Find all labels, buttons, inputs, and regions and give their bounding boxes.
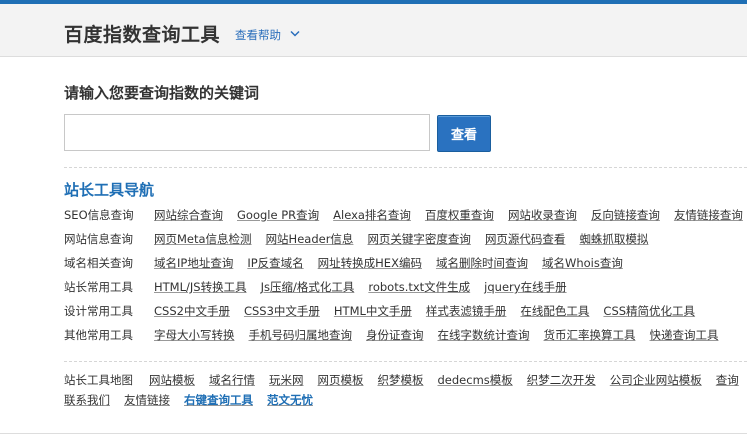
chevron-down-icon[interactable] xyxy=(290,30,300,38)
nav-link[interactable]: CSS3中文手册 xyxy=(244,303,320,319)
nav-row-label: 网站信息查询 xyxy=(64,232,133,246)
nav-row-other: 其他常用工具 字母大小写转换 手机号码归属地查询 身份证查询 在线字数统计查询 … xyxy=(64,326,733,344)
nav-row-label: SEO信息查询 xyxy=(64,208,134,222)
nav-row-site-info: 网站信息查询 网页Meta信息检测 网站Header信息 网页关键字密度查询 网… xyxy=(64,230,662,248)
nav-link[interactable]: 网站综合查询 xyxy=(154,207,223,223)
nav-link[interactable]: 域名删除时间查询 xyxy=(436,255,528,271)
footer-map-label: 站长工具地图 xyxy=(64,373,133,387)
nav-link[interactable]: 手机号码归属地查询 xyxy=(249,327,353,343)
footer-link[interactable]: 查询 xyxy=(716,372,739,388)
nav-row-label: 设计常用工具 xyxy=(64,304,133,318)
nav-link[interactable]: 快递查询工具 xyxy=(650,327,719,343)
nav-link[interactable]: 网页源代码查看 xyxy=(485,231,566,247)
nav-link[interactable]: Google PR查询 xyxy=(237,207,319,223)
footer-links-row: 站长工具地图 网站模板 域名行情 玩米网 网页模板 织梦模板 dedecms模板… xyxy=(64,371,747,389)
footer-link[interactable]: 网站模板 xyxy=(149,372,195,388)
nav-link[interactable]: Js压缩/格式化工具 xyxy=(261,279,355,295)
nav-link[interactable]: robots.txt文件生成 xyxy=(368,279,470,295)
divider xyxy=(64,167,747,168)
nav-link[interactable]: 友情链接查询 xyxy=(674,207,743,223)
nav-section-title: 站长工具导航 xyxy=(64,181,155,199)
footer-link[interactable]: 织梦二次开发 xyxy=(527,372,596,388)
divider xyxy=(64,361,747,362)
nav-row-label: 其他常用工具 xyxy=(64,328,133,342)
nav-row-label: 站长常用工具 xyxy=(64,280,133,294)
nav-link[interactable]: 字母大小写转换 xyxy=(154,327,235,343)
footer-link[interactable]: 玩米网 xyxy=(269,372,304,388)
nav-link[interactable]: 在线配色工具 xyxy=(520,303,589,319)
footer-link[interactable]: 域名行情 xyxy=(209,372,255,388)
nav-row-seo: SEO信息查询 网站综合查询 Google PR查询 Alexa排名查询 百度权… xyxy=(64,206,747,224)
nav-link[interactable]: jquery在线手册 xyxy=(484,279,566,295)
nav-row-webmaster: 站长常用工具 HTML/JS转换工具 Js压缩/格式化工具 robots.txt… xyxy=(64,278,581,296)
nav-link[interactable]: 百度权重查询 xyxy=(425,207,494,223)
nav-link[interactable]: 网页关键字密度查询 xyxy=(367,231,471,247)
nav-link[interactable]: 在线字数统计查询 xyxy=(438,327,530,343)
footer-link-rightclick-tool[interactable]: 右键查询工具 xyxy=(184,392,253,408)
nav-link[interactable]: CSS精简优化工具 xyxy=(603,303,695,319)
nav-link[interactable]: 蜘蛛抓取模拟 xyxy=(579,231,648,247)
footer-link[interactable]: 织梦模板 xyxy=(378,372,424,388)
nav-link[interactable]: 域名Whois查询 xyxy=(542,255,623,271)
nav-link[interactable]: 货币汇率换算工具 xyxy=(544,327,636,343)
search-button[interactable]: 查看 xyxy=(437,115,491,152)
footer-link-contact[interactable]: 联系我们 xyxy=(64,392,110,408)
footer-links-row-2: 联系我们 友情链接 右键查询工具 范文无忧 xyxy=(64,391,327,409)
footer-link-friends[interactable]: 友情链接 xyxy=(124,392,170,408)
nav-link[interactable]: 样式表滤镜手册 xyxy=(426,303,507,319)
footer-link-fanwen[interactable]: 范文无忧 xyxy=(267,392,313,408)
nav-link[interactable]: Alexa排名查询 xyxy=(333,207,411,223)
nav-row-label: 域名相关查询 xyxy=(64,256,133,270)
nav-link[interactable]: 网址转换成HEX编码 xyxy=(318,255,422,271)
footer-link[interactable]: 公司企业网站模板 xyxy=(610,372,702,388)
nav-row-domain: 域名相关查询 域名IP地址查询 IP反查域名 网址转换成HEX编码 域名删除时间… xyxy=(64,254,637,272)
page-title: 百度指数查询工具 xyxy=(64,24,221,46)
search-prompt: 请输入您要查询指数的关键词 xyxy=(64,84,260,102)
footer-link[interactable]: 网页模板 xyxy=(318,372,364,388)
nav-link[interactable]: 网站Header信息 xyxy=(266,231,354,247)
nav-link[interactable]: 网页Meta信息检测 xyxy=(154,231,252,247)
nav-link[interactable]: 网站收录查询 xyxy=(508,207,577,223)
help-link[interactable]: 查看帮助 xyxy=(235,27,281,43)
footer-link[interactable]: dedecms模板 xyxy=(438,372,513,388)
nav-link[interactable]: 反向链接查询 xyxy=(591,207,660,223)
nav-link[interactable]: 身份证查询 xyxy=(366,327,424,343)
nav-row-design: 设计常用工具 CSS2中文手册 CSS3中文手册 HTML中文手册 样式表滤镜手… xyxy=(64,302,709,320)
nav-link[interactable]: HTML/JS转换工具 xyxy=(154,279,247,295)
nav-link[interactable]: CSS2中文手册 xyxy=(154,303,230,319)
bottom-divider xyxy=(0,433,747,434)
nav-link[interactable]: IP反查域名 xyxy=(247,255,303,271)
keyword-input[interactable] xyxy=(64,114,430,151)
nav-link[interactable]: HTML中文手册 xyxy=(334,303,412,319)
page-header: 百度指数查询工具 查看帮助 xyxy=(0,4,747,57)
nav-link[interactable]: 域名IP地址查询 xyxy=(154,255,233,271)
